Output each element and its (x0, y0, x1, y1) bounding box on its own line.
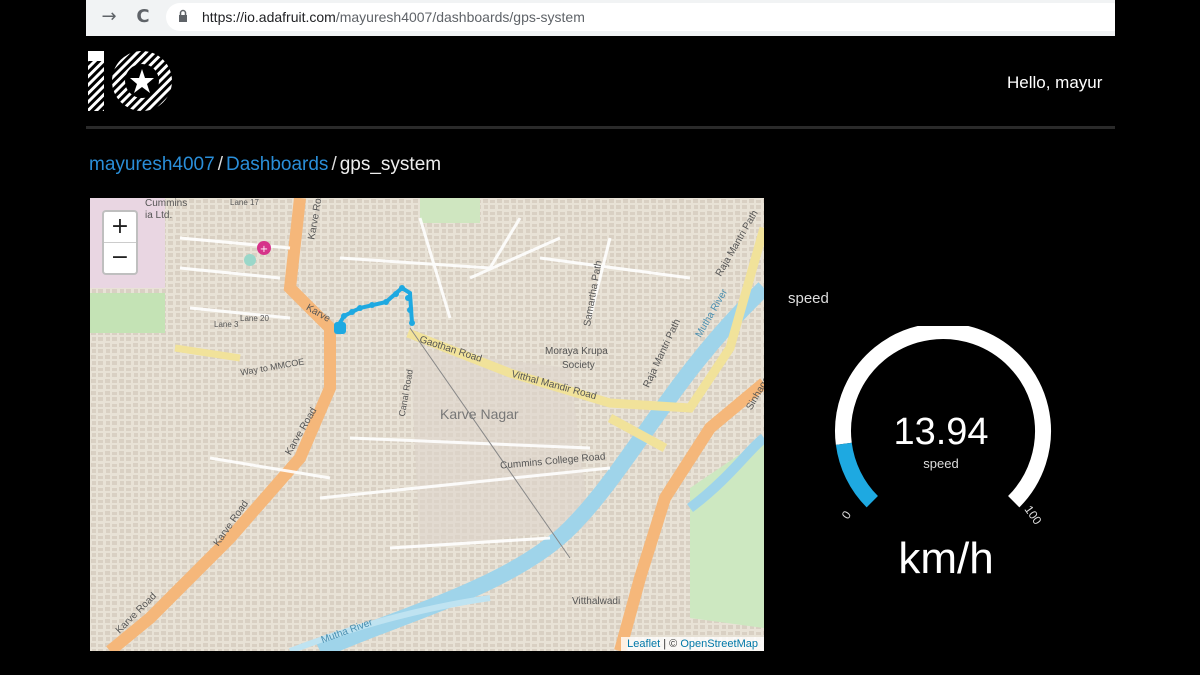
attribution-divider: | © (660, 638, 681, 650)
gauge-block-title: speed (788, 290, 829, 307)
svg-text:+: + (260, 244, 268, 255)
map-label: Lane 17 (230, 198, 259, 207)
park-area (90, 293, 165, 333)
map-attribution: Leaflet | © OpenStreetMap (621, 637, 764, 651)
map-label: Lane 3 (214, 320, 239, 329)
map-label: Vitthalwadi (572, 596, 621, 607)
forward-arrow-icon[interactable]: → (98, 6, 120, 28)
browser-toolbar: → C https://io.adafruit.com/mayuresh4007… (86, 0, 1115, 37)
openstreetmap-link[interactable]: OpenStreetMap (680, 638, 758, 650)
address-bar[interactable]: https://io.adafruit.com/mayuresh4007/das… (166, 3, 1115, 31)
map-label: Society (562, 360, 595, 371)
adafruit-io-logo[interactable] (88, 49, 174, 113)
lock-icon (179, 9, 187, 22)
map-label: Lane 20 (240, 314, 269, 323)
breadcrumb-separator: / (217, 154, 223, 175)
breadcrumb: mayuresh4007/Dashboards / gps_system (89, 154, 441, 176)
leaflet-link[interactable]: Leaflet (627, 638, 660, 650)
breadcrumb-separator: / (331, 154, 337, 175)
gauge-value: 13.94 (893, 411, 989, 453)
map-label: Cummins (145, 198, 188, 209)
breadcrumb-dashboards-link[interactable]: Dashboards (226, 154, 328, 175)
user-greeting[interactable]: Hello, mayur (1007, 73, 1102, 93)
breadcrumb-current: gps_system (339, 154, 442, 175)
breadcrumb-user-link[interactable]: mayuresh4007 (89, 154, 215, 175)
url-path: /mayuresh4007/dashboards/gps-system (335, 9, 585, 25)
map-label: ia Ltd. (145, 210, 173, 221)
reload-icon[interactable]: C (132, 6, 154, 28)
gauge-unit: km/h (898, 534, 994, 583)
map-label: Moraya Krupa (545, 346, 608, 357)
zoom-in-button[interactable]: + (104, 212, 136, 242)
url-host: https://io.adafruit.com (202, 9, 336, 25)
park-area (420, 198, 480, 223)
map-zoom-control: + − (102, 210, 138, 275)
site-header: Hello, mayur (86, 36, 1115, 129)
url-text: https://io.adafruit.com/mayuresh4007/das… (202, 9, 585, 25)
map-label: Karve Nagar (440, 406, 519, 422)
gauge-label: speed (923, 456, 959, 471)
screen: → C https://io.adafruit.com/mayuresh4007… (86, 0, 1115, 675)
zoom-out-button[interactable]: − (104, 242, 136, 273)
map-canvas[interactable]: + (90, 198, 764, 651)
map-widget[interactable]: + Cummins ia Ltd. Lane 17 Lane 3 Lane 20… (90, 198, 764, 651)
